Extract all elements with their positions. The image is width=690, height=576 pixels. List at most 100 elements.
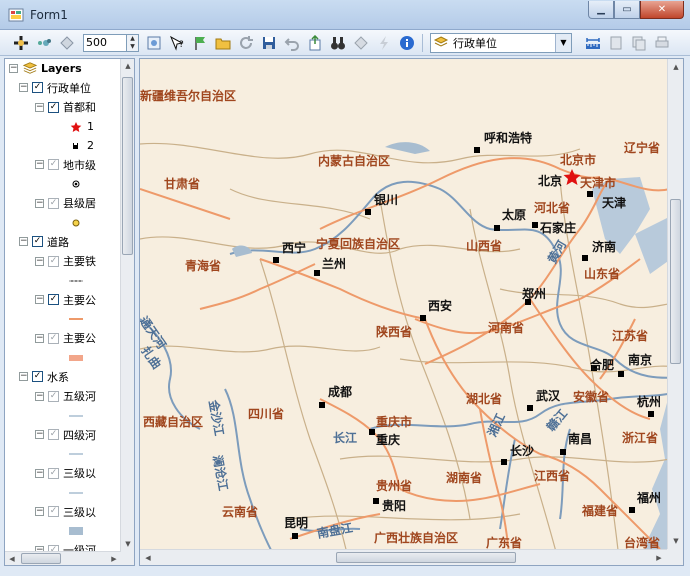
scroll-right-icon[interactable]: ▶ [107,552,121,565]
layout-button[interactable] [605,32,627,54]
toc-label: 1 [87,120,94,133]
clear-selection-button[interactable] [56,32,78,54]
toc-horizontal-scrollbar[interactable]: ◀ ▶ [5,551,121,565]
toc-layer-row[interactable]: − ✓ 主要公 [35,293,96,307]
toc-layer-row[interactable]: − ✓ 三级以 [35,466,96,480]
ruler-button[interactable] [582,32,604,54]
full-extent-button[interactable] [143,32,165,54]
layer-visibility-checkbox[interactable]: ✓ [48,467,59,479]
layer-visibility-checkbox[interactable]: ✓ [32,236,43,247]
scale-spinner[interactable]: ▲▼ [83,33,139,52]
layer-visibility-checkbox[interactable]: ✓ [48,294,59,305]
collapse-icon[interactable]: − [35,160,44,169]
toc-layer-row[interactable]: − ✓ 三级以 [35,505,96,519]
map-horizontal-scrollbar[interactable]: ◀ ▶ [140,549,667,565]
collapse-icon[interactable]: − [35,256,44,266]
minimize-button[interactable]: ▁ [588,1,614,19]
layer-visibility-checkbox[interactable]: ✓ [48,390,59,402]
layer-visibility-checkbox[interactable]: ✓ [32,371,43,382]
collapse-icon[interactable]: − [9,63,18,73]
collapse-icon[interactable]: − [35,391,44,401]
map-control[interactable]: 新疆维吾尔自治区 内蒙古自治区 甘肃省 宁夏回族自治区 青海省 山西省 河北省 辽宁省 山东省陕… [139,58,684,566]
toc-layer-row[interactable]: − ✓ 首都和 [35,100,96,114]
collapse-icon[interactable]: − [35,468,44,478]
layer-visibility-checkbox[interactable]: ✓ [32,82,43,93]
export-button[interactable] [304,32,326,54]
map-hscroll-thumb[interactable] [336,552,516,563]
province-label: 西藏自治区 [143,415,204,429]
find-button[interactable] [327,32,349,54]
collapse-icon[interactable]: − [35,198,44,208]
identify-button[interactable]: ? [166,32,188,54]
layer-select-value: 行政单位 [453,36,497,50]
toc-label: 县级居 [63,197,96,210]
layer-visibility-checkbox[interactable]: ✓ [48,506,59,517]
toc-layer-row[interactable]: − ✓ 主要公 [35,331,96,345]
map-vertical-scrollbar[interactable]: ▲ ▼ [667,59,683,549]
toc-vertical-scrollbar[interactable]: ▲ ▼ [120,59,134,565]
refresh-button[interactable] [235,32,257,54]
toc-layer-row[interactable]: − ✓ 地市级 [35,158,96,172]
toc-label: 三级以 [63,505,96,519]
open-button[interactable] [212,32,234,54]
layer-visibility-checkbox[interactable]: ✓ [48,332,59,344]
layer-select-dropdown[interactable]: 行政单位 ▼ [430,32,572,53]
layer-visibility-checkbox[interactable]: ✓ [48,429,59,440]
city-label: 贵阳 [382,499,407,513]
toc-layer-row[interactable]: − ✓ 水系 [19,370,69,384]
scroll-down-icon[interactable]: ▼ [668,533,683,549]
spin-down-icon[interactable]: ▼ [127,43,138,51]
collapse-icon[interactable]: − [19,237,28,246]
collapse-icon[interactable]: − [19,372,28,381]
toc-legend-row [69,274,87,288]
scroll-right-icon[interactable]: ▶ [651,550,667,565]
toc-layer-row[interactable]: − ✓ 主要铁 [35,254,96,268]
toc-layer-row[interactable]: − ✓ 行政单位 [19,81,91,95]
toc-label: 首都和 [63,101,96,114]
toc-layer-row[interactable]: − Layers [9,61,82,75]
salmon-rect-icon [69,354,83,361]
chevron-down-icon[interactable]: ▼ [555,33,571,52]
scroll-left-icon[interactable]: ◀ [5,552,19,565]
collapse-icon[interactable]: − [35,295,44,304]
toc-layer-row[interactable]: − ✓ 五级河 [35,389,96,403]
collapse-icon[interactable]: − [35,333,44,343]
info-button[interactable] [396,32,418,54]
binoculars-icon [331,36,345,49]
scale-spin-buttons[interactable]: ▲ ▼ [127,33,139,52]
scroll-left-icon[interactable]: ◀ [140,550,156,565]
table-of-contents[interactable]: − Layers − ✓ 行政单位 − ✓ 首都和 1 2− ✓ 地市级 − ✓ 县级居 − ✓ 道路 − ✓ 主要铁 −… [4,58,135,566]
add-data-button[interactable] [10,32,32,54]
toc-layer-row[interactable]: − ✓ 道路 [19,235,69,249]
scroll-up-icon[interactable]: ▲ [121,59,134,73]
layer-visibility-checkbox[interactable]: ✓ [48,197,59,209]
select-features-button[interactable] [350,32,372,54]
collapse-icon[interactable]: − [35,102,44,112]
layer-visibility-checkbox[interactable]: ✓ [48,159,59,170]
toc-vscroll-thumb[interactable] [122,77,133,255]
toc-hscroll-thumb[interactable] [21,553,61,564]
maximize-button[interactable]: ▭ [614,1,640,19]
copy-button[interactable] [628,32,650,54]
edit-tool-button[interactable] [373,32,395,54]
flag-button[interactable] [189,32,211,54]
zoom-layer-button[interactable] [33,32,55,54]
close-button[interactable]: ✕ [640,1,684,19]
save-button[interactable] [258,32,280,54]
scroll-down-icon[interactable]: ▼ [121,537,134,551]
toc-layer-row[interactable]: − ✓ 四级河 [35,428,96,442]
layer-visibility-checkbox[interactable]: ✓ [48,255,59,267]
undo-button[interactable] [281,32,303,54]
print-button[interactable] [651,32,673,54]
map-vscroll-thumb[interactable] [670,199,681,364]
scale-input[interactable] [83,33,127,52]
collapse-icon[interactable]: − [19,83,28,92]
layer-visibility-checkbox[interactable]: ✓ [48,101,59,113]
spin-up-icon[interactable]: ▲ [127,35,138,43]
collapse-icon[interactable]: − [35,430,44,439]
city-label: 西安 [428,299,453,313]
collapse-icon[interactable]: − [35,507,44,516]
toc-layer-row[interactable]: − ✓ 县级居 [35,196,96,210]
scroll-up-icon[interactable]: ▲ [668,59,683,75]
city-label: 济南 [592,240,617,254]
